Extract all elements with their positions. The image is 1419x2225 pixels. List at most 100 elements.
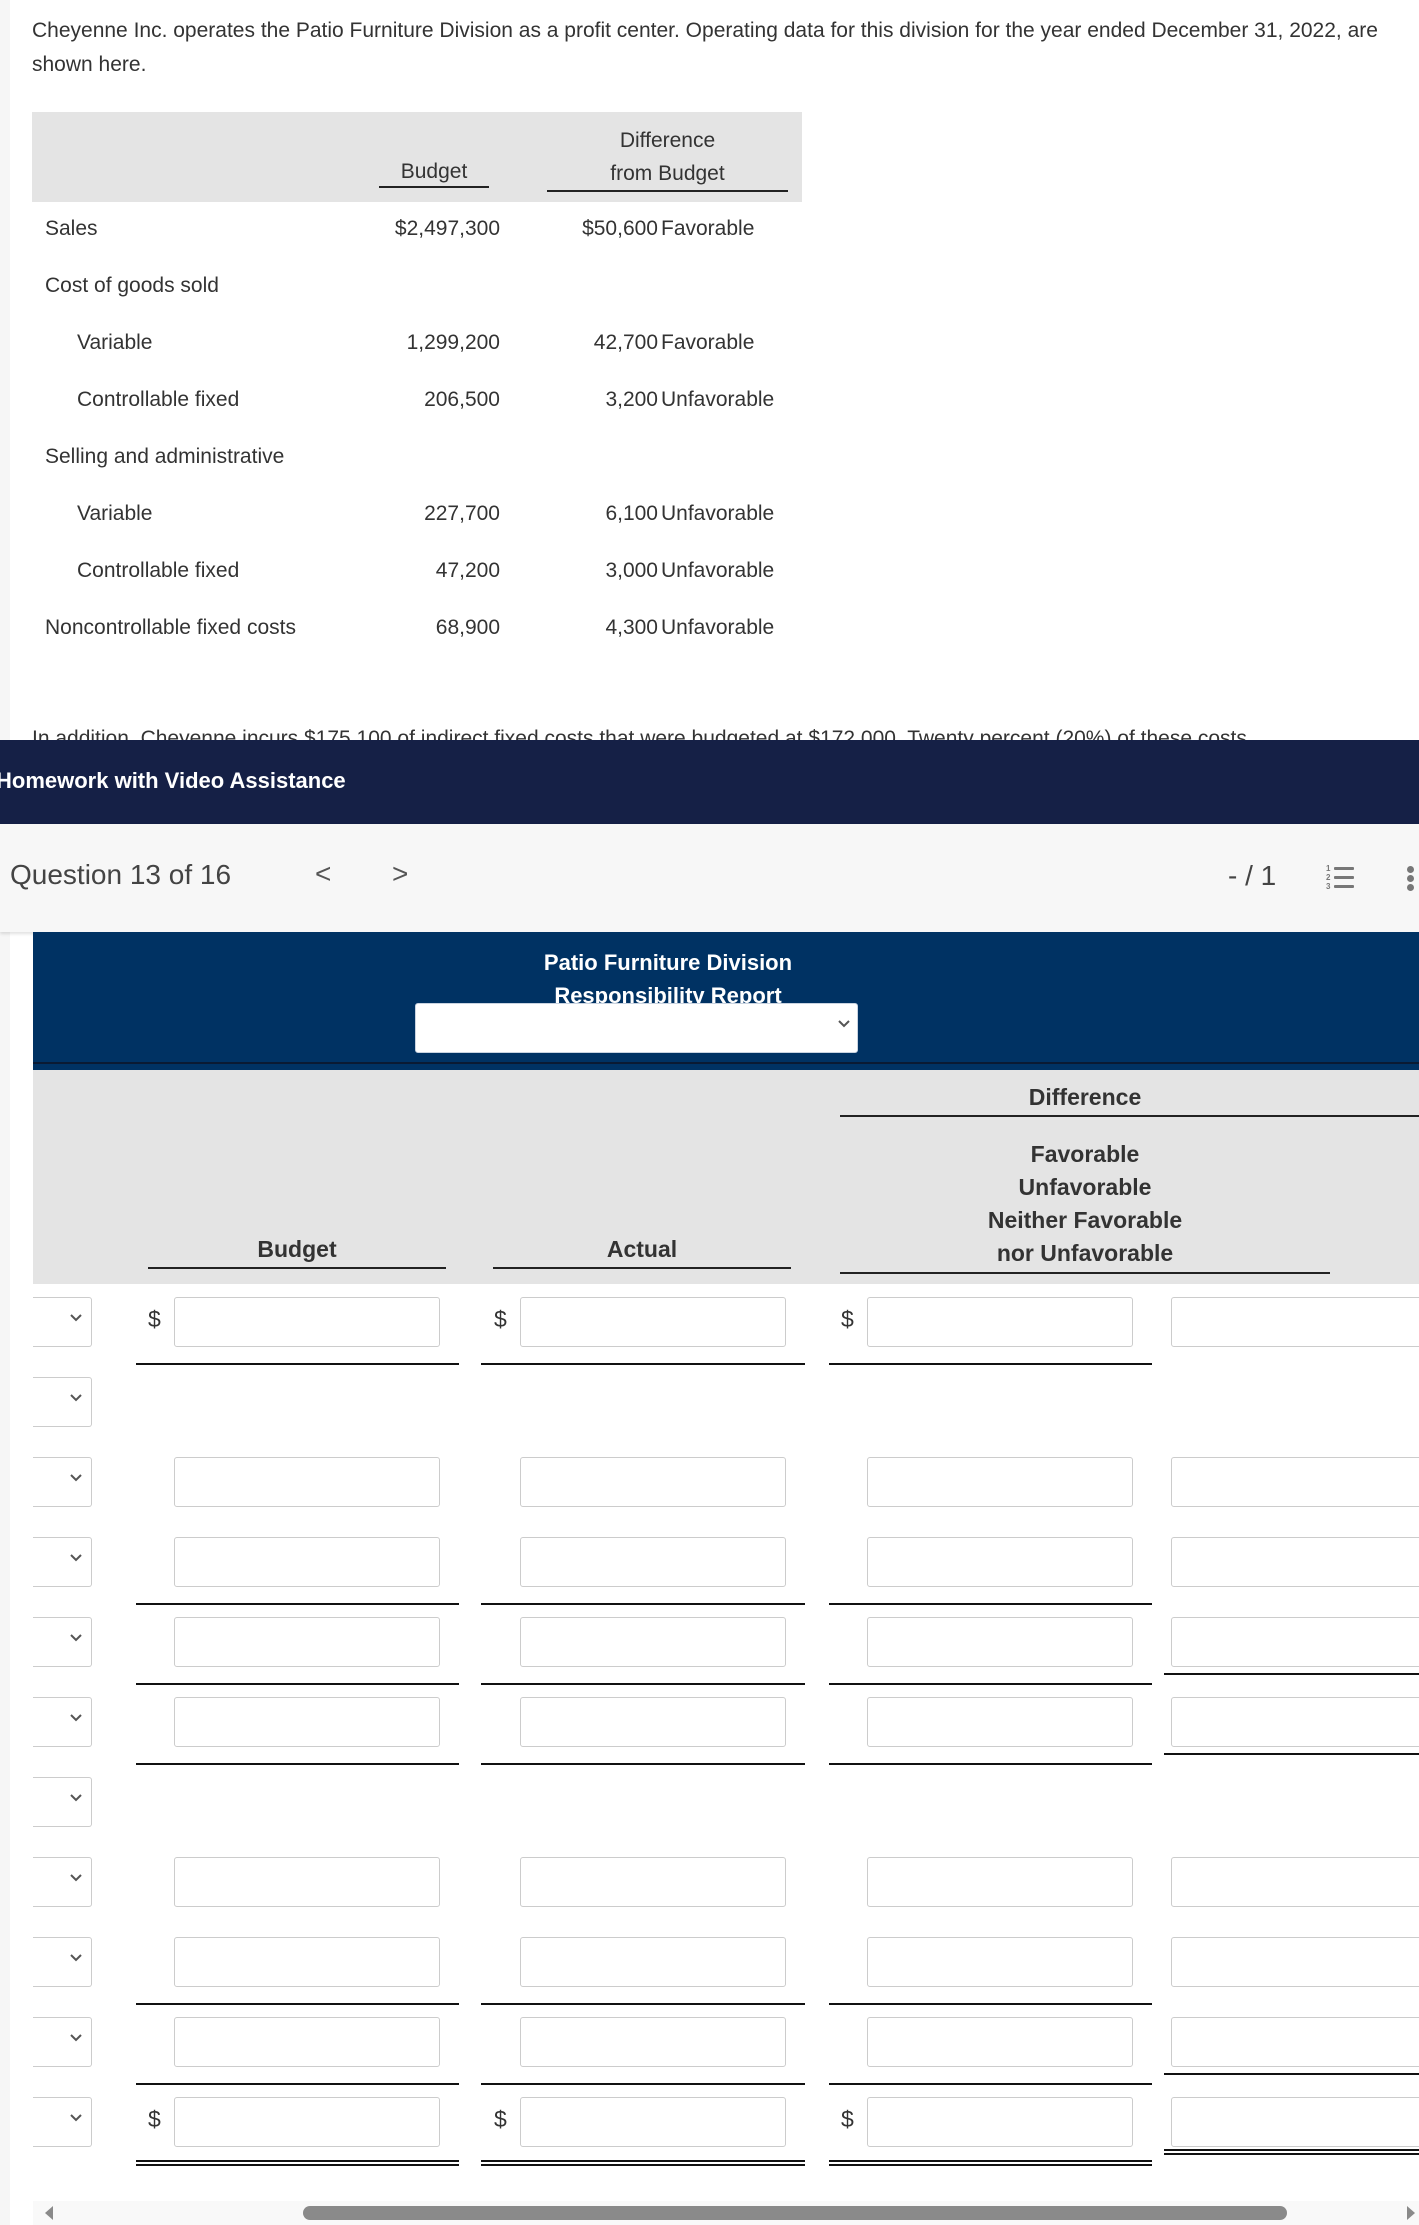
row-status: Favorable: [661, 217, 755, 240]
actual-input[interactable]: [520, 1457, 786, 1507]
report-header-divider: [33, 1062, 1419, 1064]
scroll-right-arrow-icon[interactable]: [1407, 2206, 1415, 2220]
difference-status-input[interactable]: [1171, 2017, 1419, 2067]
total-underline: [481, 1683, 805, 1685]
line-item-select[interactable]: [33, 1297, 92, 1347]
row-status: Favorable: [661, 331, 755, 354]
horizontal-scrollbar[interactable]: [33, 2201, 1419, 2225]
operating-data-rows: Sales $2,497,300 $50,600 Favorable Cost of g…: [32, 202, 802, 658]
budget-input[interactable]: [174, 1617, 440, 1667]
dollar-sign: $: [494, 1306, 507, 1332]
previous-question-button[interactable]: <: [315, 858, 331, 890]
row-label: Noncontrollable fixed costs: [45, 616, 296, 639]
actual-input[interactable]: [520, 2097, 786, 2147]
actual-input[interactable]: [520, 1617, 786, 1667]
row-budget: 1,299,200: [406, 331, 500, 354]
difference-input[interactable]: [867, 2097, 1133, 2147]
row-label: Variable: [77, 331, 153, 354]
chevron-down-icon: [70, 1394, 82, 1402]
actual-input[interactable]: [520, 1297, 786, 1347]
difference-status-input[interactable]: [1171, 1857, 1419, 1907]
budget-input[interactable]: [174, 1857, 440, 1907]
report-row: $ $ $: [0, 2097, 1419, 2177]
budget-input[interactable]: [174, 2017, 440, 2067]
operating-data-table: Budget Difference from Budget Sales $2,49…: [32, 112, 802, 658]
row-budget: 47,200: [435, 559, 500, 582]
line-item-select[interactable]: [33, 1617, 92, 1667]
operating-data-row: Noncontrollable fixed costs 68,900 4,300 Un…: [32, 601, 802, 658]
chevron-right-icon: >: [392, 858, 409, 889]
actual-input[interactable]: [520, 1537, 786, 1587]
additional-info-text-clipped: In addition, Cheyenne incurs $175,100 of…: [32, 727, 1247, 740]
report-column-difference: Difference: [1028, 1084, 1142, 1110]
chevron-left-icon: <: [315, 858, 332, 889]
more-vertical-icon[interactable]: [1407, 866, 1415, 893]
scrollbar-thumb[interactable]: [303, 2206, 1287, 2220]
column-header-difference-line1: Difference: [619, 129, 716, 152]
line-item-select[interactable]: [33, 1377, 92, 1427]
line-item-select[interactable]: [33, 1537, 92, 1587]
difference-input[interactable]: [867, 2017, 1133, 2067]
difference-status-input[interactable]: [1171, 1617, 1419, 1667]
chevron-down-icon: [70, 1794, 82, 1802]
difference-status-input[interactable]: [1171, 2097, 1419, 2147]
line-item-select[interactable]: [33, 1777, 92, 1827]
line-item-select[interactable]: [33, 2097, 92, 2147]
chevron-down-icon: [838, 1020, 850, 1028]
line-item-select[interactable]: [33, 1937, 92, 1987]
budget-input[interactable]: [174, 1457, 440, 1507]
line-item-select[interactable]: [33, 1697, 92, 1747]
line-item-select[interactable]: [33, 1457, 92, 1507]
chevron-down-icon: [70, 1954, 82, 1962]
budget-input[interactable]: [174, 2097, 440, 2147]
assignment-title: Homework with Video Assistance: [0, 768, 346, 793]
budget-input[interactable]: [174, 1697, 440, 1747]
row-status: Unfavorable: [661, 616, 775, 639]
total-underline: [829, 1363, 1152, 1365]
chevron-down-icon: [70, 1554, 82, 1562]
report-column-difference-group: Difference: [840, 1084, 1419, 1117]
operating-data-row: Cost of goods sold: [32, 259, 802, 316]
difference-status-input[interactable]: [1171, 1697, 1419, 1747]
difference-status-input[interactable]: [1171, 1297, 1419, 1347]
difference-input[interactable]: [867, 1937, 1133, 1987]
line-item-select[interactable]: [33, 2017, 92, 2067]
budget-input[interactable]: [174, 1297, 440, 1347]
row-label: Variable: [77, 502, 153, 525]
difference-status-input[interactable]: [1171, 1457, 1419, 1507]
difference-input[interactable]: [867, 1537, 1133, 1587]
status-underline: [1164, 1673, 1419, 1675]
difference-status-input[interactable]: [1171, 1537, 1419, 1587]
actual-input[interactable]: [520, 1697, 786, 1747]
operating-data-row: Variable 1,299,200 42,700 Favorable: [32, 316, 802, 373]
numbered-list-icon[interactable]: 1 2 3: [1326, 865, 1356, 891]
difference-input[interactable]: [867, 1697, 1133, 1747]
budget-input[interactable]: [174, 1537, 440, 1587]
report-title-line1: Patio Furniture Division: [543, 950, 793, 975]
column-header-budget: Budget: [379, 160, 489, 188]
status-option-favorable: Favorable: [1030, 1141, 1140, 1167]
actual-input[interactable]: [520, 1857, 786, 1907]
row-difference: 42,700: [593, 331, 658, 354]
report-row: [0, 1537, 1419, 1617]
total-underline: [481, 2083, 805, 2085]
row-difference: 3,000: [605, 559, 658, 582]
next-question-button[interactable]: >: [392, 858, 408, 890]
report-row: [0, 2017, 1419, 2097]
difference-input[interactable]: [867, 1857, 1133, 1907]
total-underline: [481, 2003, 805, 2005]
report-period-select[interactable]: [415, 1003, 858, 1053]
budget-input[interactable]: [174, 1937, 440, 1987]
difference-input[interactable]: [867, 1457, 1133, 1507]
difference-input[interactable]: [867, 1297, 1133, 1347]
scroll-left-arrow-icon[interactable]: [45, 2206, 53, 2220]
difference-input[interactable]: [867, 1617, 1133, 1667]
chevron-down-icon: [70, 1314, 82, 1322]
chevron-down-icon: [70, 2034, 82, 2042]
difference-status-input[interactable]: [1171, 1937, 1419, 1987]
chevron-down-icon: [70, 1634, 82, 1642]
line-item-select[interactable]: [33, 1857, 92, 1907]
actual-input[interactable]: [520, 2017, 786, 2067]
actual-input[interactable]: [520, 1937, 786, 1987]
total-underline: [481, 1763, 805, 1765]
